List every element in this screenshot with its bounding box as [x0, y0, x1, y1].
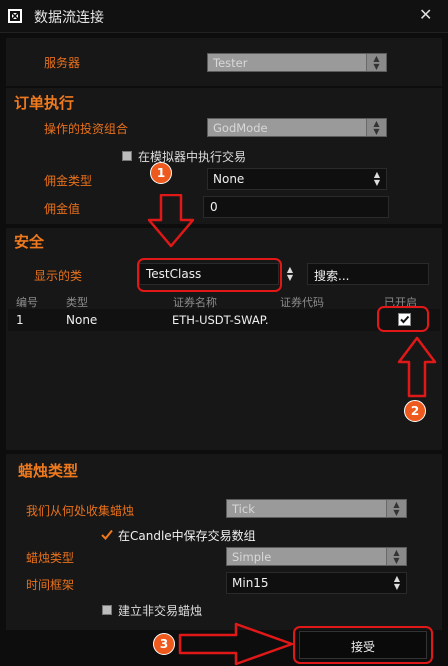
portfolio-value: GodMode [213, 121, 268, 135]
search-button-label: 搜索... [314, 269, 350, 283]
chevron-updown-icon: ▲ ▼ [373, 170, 381, 187]
row-name: ETH-USDT-SWAP. [172, 313, 269, 327]
candles-title: 蜡烛类型 [18, 462, 79, 480]
non-trading-checkbox[interactable] [102, 605, 112, 615]
simulator-checkbox[interactable] [122, 151, 132, 161]
timeframe-select[interactable]: Min15 ▲ ▼ [226, 572, 407, 594]
server-value: Tester [213, 56, 248, 70]
simulator-checkbox-label: 在模拟器中执行交易 [138, 150, 247, 164]
chevron-updown-icon: ▲ ▼ [386, 500, 406, 517]
portfolio-select[interactable]: GodMode ▲ ▼ [207, 118, 387, 137]
chevron-updown-icon: ▲ ▼ [366, 54, 386, 71]
save-trades-label: 在Candle中保存交易数组 [118, 529, 256, 543]
chevron-updown-icon: ▲ ▼ [386, 548, 406, 565]
row-type: None [66, 313, 98, 327]
highlight-display-class [137, 258, 282, 292]
server-label: 服务器 [44, 56, 81, 70]
candle-source-value: Tick [232, 502, 255, 516]
non-trading-label: 建立非交易蜡烛 [118, 604, 203, 618]
timeframe-label: 时间框架 [26, 578, 75, 592]
commission-value: 0 [210, 200, 218, 214]
arrow-down-icon [147, 194, 195, 248]
search-button[interactable]: 搜索... [307, 263, 429, 285]
candle-type-label: 蜡烛类型 [26, 551, 75, 565]
commission-value-label: 佣金值 [44, 202, 81, 216]
col-header-type[interactable]: 类型 [66, 294, 88, 310]
annotation-badge-2: 2 [404, 400, 426, 422]
commission-value-input[interactable]: 0 [203, 196, 389, 218]
window-title: 数据流连接 [34, 10, 104, 26]
title-bar: 数据流连接 ✕ [0, 0, 448, 33]
col-header-name[interactable]: 证券名称 [173, 294, 217, 310]
col-header-id[interactable]: 编号 [16, 294, 38, 310]
timeframe-value: Min15 [232, 576, 269, 590]
display-class-label: 显示的类 [34, 269, 83, 283]
commission-type-select[interactable]: None ▲ ▼ [207, 168, 387, 190]
arrow-up-icon [397, 336, 437, 398]
highlight-accept-button [293, 626, 433, 664]
security-title: 安全 [14, 233, 45, 251]
app-logo-icon [8, 9, 22, 23]
display-class-spinner-icon[interactable]: ▲ ▼ [284, 266, 296, 282]
server-select[interactable]: Tester ▲ ▼ [207, 53, 387, 72]
annotation-badge-3: 3 [153, 633, 175, 655]
chevron-updown-icon: ▲ ▼ [393, 574, 401, 591]
annotation-badge-1: 1 [150, 162, 172, 184]
commission-type-label: 佣金类型 [44, 174, 93, 188]
close-icon[interactable]: ✕ [419, 5, 432, 24]
col-header-code[interactable]: 证券代码 [280, 294, 324, 310]
save-trades-checkmark-icon[interactable] [101, 529, 113, 540]
highlight-enabled-checkbox [377, 306, 429, 332]
row-id: 1 [16, 313, 24, 327]
candle-type-value: Simple [232, 550, 272, 564]
portfolio-label: 操作的投资组合 [44, 122, 129, 136]
candle-source-select[interactable]: Tick ▲ ▼ [226, 499, 407, 518]
arrow-right-icon [178, 622, 294, 666]
commission-type-value: None [213, 172, 245, 186]
chevron-updown-icon: ▲ ▼ [366, 119, 386, 136]
order-execution-title: 订单执行 [14, 94, 75, 112]
candle-type-select[interactable]: Simple ▲ ▼ [226, 547, 407, 566]
candle-source-label: 我们从何处收集蜡烛 [26, 504, 135, 518]
